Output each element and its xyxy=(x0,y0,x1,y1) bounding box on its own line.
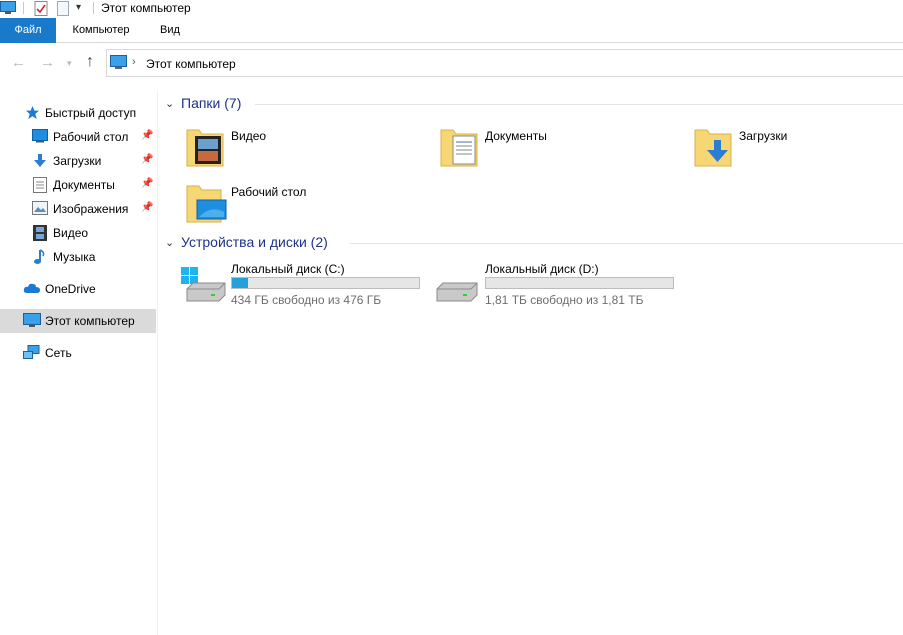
computer-icon xyxy=(110,55,127,73)
pin-icon[interactable]: 📌 xyxy=(141,178,153,189)
folder-label: Видео xyxy=(231,129,267,143)
sidebar-item-label: Загрузки xyxy=(53,154,102,168)
drive-usage-fill xyxy=(232,278,249,288)
sidebar-item-quick-access[interactable]: Быстрый доступ xyxy=(0,101,156,125)
system-drive-icon xyxy=(181,267,227,308)
drive-name: Локальный диск (D:) xyxy=(485,262,599,276)
sidebar-item-label: Видео xyxy=(53,226,89,240)
cloud-icon xyxy=(23,281,40,297)
breadcrumb-this-pc[interactable]: Этот компьютер xyxy=(146,57,236,71)
star-icon xyxy=(25,105,41,121)
toolbar-separator xyxy=(23,2,24,14)
folder-label: Документы xyxy=(485,129,547,143)
up-arrow-icon[interactable]: ↑ xyxy=(86,53,94,71)
forward-arrow-icon[interactable]: → xyxy=(40,54,55,71)
drive-d[interactable]: Локальный диск (D:) 1,81 ТБ свободно из … xyxy=(435,262,685,312)
computer-icon xyxy=(23,313,41,329)
drive-c[interactable]: Локальный диск (C:) 434 ГБ свободно из 4… xyxy=(181,262,431,312)
sidebar-item-label: Изображения xyxy=(53,202,129,216)
tab-file[interactable]: Файл xyxy=(0,18,56,43)
folder-documents[interactable]: Документы xyxy=(439,124,689,176)
sidebar-item-music[interactable]: Музыка xyxy=(0,245,156,269)
drive-free-space: 1,81 ТБ свободно из 1,81 ТБ xyxy=(485,293,644,307)
sidebar-item-label: Рабочий стол xyxy=(53,130,129,144)
sidebar-item-onedrive[interactable]: OneDrive xyxy=(0,277,156,301)
drive-usage-bar xyxy=(231,277,420,289)
folder-downloads[interactable]: Загрузки xyxy=(693,124,903,176)
downloads-icon xyxy=(32,153,48,169)
group-title: Папки (7) xyxy=(181,95,242,111)
folder-label: Загрузки xyxy=(739,129,788,143)
drive-icon xyxy=(435,267,481,308)
title-bar: ▾ Этот компьютер xyxy=(0,0,903,18)
sidebar-item-downloads[interactable]: Загрузки 📌 xyxy=(0,149,156,173)
collapse-chevron-icon[interactable]: ⌄ xyxy=(165,236,174,249)
group-divider xyxy=(255,104,903,105)
new-folder-icon[interactable] xyxy=(57,1,69,19)
documents-icon xyxy=(33,177,49,193)
sidebar-item-pictures[interactable]: Изображения 📌 xyxy=(0,197,156,221)
group-divider xyxy=(350,243,903,244)
properties-icon[interactable] xyxy=(34,1,48,19)
group-title: Устройства и диски (2) xyxy=(181,234,328,250)
recent-locations-chevron-icon[interactable]: ▾ xyxy=(67,58,72,69)
network-icon xyxy=(23,345,40,361)
sidebar-item-this-pc[interactable]: Этот компьютер xyxy=(0,309,156,333)
pin-icon[interactable]: 📌 xyxy=(141,202,153,213)
breadcrumb-chevron-icon[interactable]: › xyxy=(132,56,136,68)
pictures-icon xyxy=(32,201,48,217)
sidebar-item-label: Этот компьютер xyxy=(45,314,135,328)
sidebar-item-label: Музыка xyxy=(53,250,96,264)
folder-desktop[interactable]: Рабочий стол xyxy=(185,180,435,232)
customize-toolbar-chevron-icon[interactable]: ▾ xyxy=(76,2,81,13)
desktop-icon xyxy=(32,129,48,145)
sidebar-item-videos[interactable]: Видео xyxy=(0,221,156,245)
sidebar-item-label: Быстрый доступ xyxy=(45,106,137,120)
group-header-drives[interactable]: ⌄ Устройства и диски (2) xyxy=(165,234,895,254)
videos-icon xyxy=(33,225,49,241)
documents-folder-icon xyxy=(439,124,479,171)
drive-free-space: 434 ГБ свободно из 476 ГБ xyxy=(231,293,382,307)
sidebar-item-network[interactable]: Сеть xyxy=(0,341,156,365)
sidebar-item-label: Сеть xyxy=(45,346,72,360)
videos-folder-icon xyxy=(185,124,225,171)
sidebar-item-documents[interactable]: Документы 📌 xyxy=(0,173,156,197)
window-title: Этот компьютер xyxy=(101,1,191,15)
tab-view[interactable]: Вид xyxy=(150,18,190,43)
toolbar-separator xyxy=(93,2,94,14)
music-icon xyxy=(33,249,49,265)
back-arrow-icon[interactable]: ← xyxy=(11,54,26,71)
collapse-chevron-icon[interactable]: ⌄ xyxy=(165,97,174,110)
downloads-folder-icon xyxy=(693,124,733,171)
pin-icon[interactable]: 📌 xyxy=(141,130,153,141)
tab-computer[interactable]: Компьютер xyxy=(60,18,142,43)
folder-videos[interactable]: Видео xyxy=(185,124,435,176)
drive-usage-bar xyxy=(485,277,674,289)
navigation-pane: Быстрый доступ Рабочий стол 📌 Загрузки 📌… xyxy=(0,90,158,635)
group-header-folders[interactable]: ⌄ Папки (7) xyxy=(165,95,895,115)
sidebar-item-label: Документы xyxy=(53,178,115,192)
sidebar-item-label: OneDrive xyxy=(45,282,96,296)
computer-icon[interactable] xyxy=(0,1,16,18)
ribbon: Файл Компьютер Вид xyxy=(0,18,903,43)
desktop-folder-icon xyxy=(185,180,227,227)
address-bar[interactable]: › Этот компьютер xyxy=(106,49,903,77)
pin-icon[interactable]: 📌 xyxy=(141,154,153,165)
sidebar-item-desktop[interactable]: Рабочий стол 📌 xyxy=(0,125,156,149)
drive-name: Локальный диск (C:) xyxy=(231,262,345,276)
folder-label: Рабочий стол xyxy=(231,185,307,199)
